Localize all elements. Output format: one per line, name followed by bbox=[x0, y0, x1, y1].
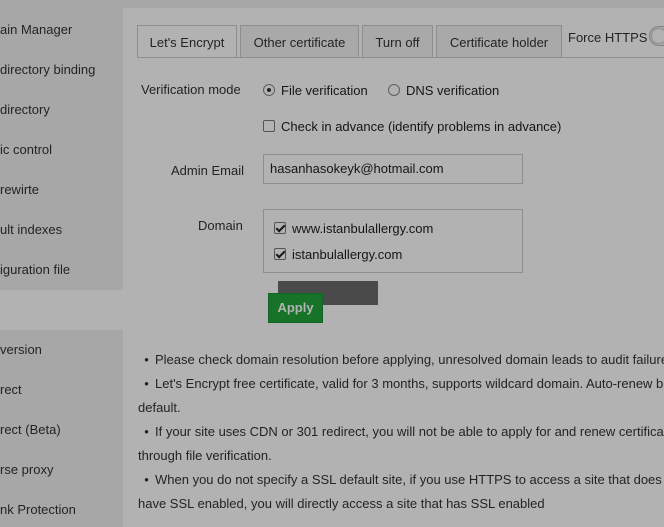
sidebar-item-reverse-proxy[interactable]: rse proxy bbox=[0, 450, 123, 490]
note-continuation: have SSL enabled, you will directly acce… bbox=[138, 496, 545, 511]
tab-lets-encrypt[interactable]: Let's Encrypt bbox=[137, 25, 237, 58]
sidebar-item-default-indexes[interactable]: ult indexes bbox=[0, 210, 123, 250]
file-verification-radio[interactable] bbox=[263, 84, 275, 96]
bullet-icon: • bbox=[144, 472, 149, 487]
note-continuation: default. bbox=[138, 400, 181, 415]
sidebar-item-directory-binding[interactable]: directory binding bbox=[0, 50, 123, 90]
sidebar-gap bbox=[0, 290, 123, 330]
ssl-notes: • Please check domain resolution before a… bbox=[138, 348, 664, 516]
app-frame: ain Manager directory binding directory … bbox=[0, 0, 664, 527]
force-https-toggle[interactable] bbox=[649, 26, 664, 46]
note-continuation: through file verification. bbox=[138, 448, 272, 463]
bullet-icon: • bbox=[144, 376, 149, 391]
tab-turn-off[interactable]: Turn off bbox=[362, 25, 433, 58]
note-item: • When you do not specify a SSL default s… bbox=[138, 468, 664, 492]
sidebar-item-domain-manager[interactable]: ain Manager bbox=[0, 10, 123, 50]
bullet-icon: • bbox=[144, 352, 149, 367]
ssl-panel: Let's Encrypt Other certificate Turn off… bbox=[123, 0, 664, 527]
admin-email-input[interactable]: hasanhasokeyk@hotmail.com bbox=[263, 154, 523, 184]
file-verification-label[interactable]: File verification bbox=[281, 83, 368, 98]
sidebar-item-traffic-control[interactable]: ic control bbox=[0, 130, 123, 170]
sidebar-item-redirect-beta[interactable]: rect (Beta) bbox=[0, 410, 123, 450]
note-item: • If your site uses CDN or 301 redirect, … bbox=[138, 420, 664, 444]
dns-verification-label[interactable]: DNS verification bbox=[406, 83, 499, 98]
domain-checkbox-root[interactable] bbox=[274, 248, 286, 260]
note-item: • Please check domain resolution before a… bbox=[138, 348, 664, 372]
domain-checkbox-www[interactable] bbox=[274, 222, 286, 234]
sidebar-item-directory[interactable]: directory bbox=[0, 90, 123, 130]
verification-mode-label: Verification mode bbox=[141, 82, 241, 97]
sidebar-item-php-version[interactable]: version bbox=[0, 330, 123, 370]
sidebar: ain Manager directory binding directory … bbox=[0, 0, 123, 527]
bullet-icon: • bbox=[144, 424, 149, 439]
toggle-knob bbox=[651, 28, 664, 44]
admin-email-label: Admin Email bbox=[171, 163, 244, 178]
sidebar-item-hotlink-protection[interactable]: nk Protection bbox=[0, 490, 123, 527]
check-in-advance-checkbox[interactable] bbox=[263, 120, 275, 132]
tab-other-certificate[interactable]: Other certificate bbox=[240, 25, 359, 58]
sidebar-item-rewrite[interactable]: rewirte bbox=[0, 170, 123, 210]
check-in-advance-label[interactable]: Check in advance (identify problems in a… bbox=[281, 119, 561, 134]
force-https-label: Force HTTPS bbox=[568, 30, 648, 45]
sidebar-item-redirect[interactable]: rect bbox=[0, 370, 123, 410]
sidebar-item-configuration-file[interactable]: iguration file bbox=[0, 250, 123, 290]
panel-top-border bbox=[123, 0, 664, 8]
note-item: • Let's Encrypt free certificate, valid f… bbox=[138, 372, 664, 396]
dns-verification-radio[interactable] bbox=[388, 84, 400, 96]
tabs-underline bbox=[137, 57, 664, 58]
domain-label-www[interactable]: www.istanbulallergy.com bbox=[292, 221, 433, 236]
apply-button[interactable]: Apply bbox=[268, 293, 323, 323]
domain-list: www.istanbulallergy.com istanbulallergy.… bbox=[263, 209, 523, 273]
domain-label: Domain bbox=[198, 218, 243, 233]
tab-certificate-holder[interactable]: Certificate holder bbox=[436, 25, 562, 58]
domain-label-root[interactable]: istanbulallergy.com bbox=[292, 247, 402, 262]
